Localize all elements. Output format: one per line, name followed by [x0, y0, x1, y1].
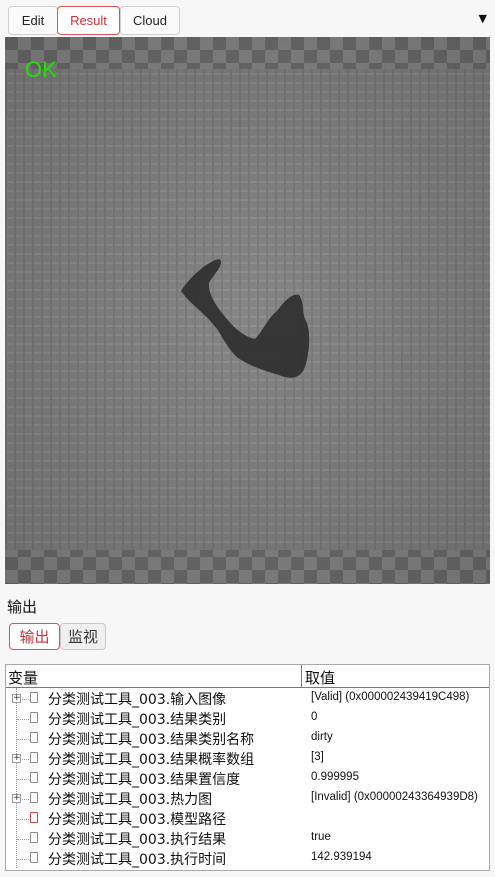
- variable-name: 分类测试工具_003.结果概率数组: [48, 752, 255, 768]
- document-icon: [30, 832, 38, 843]
- table-row[interactable]: 分类测试工具_003.结果类别 0: [6, 709, 489, 729]
- variable-value: [Valid] (0x000002439419C498): [311, 691, 470, 703]
- table-row[interactable]: 分类测试工具_003.模型路径: [6, 809, 489, 829]
- document-icon: [30, 772, 38, 783]
- tab-cloud[interactable]: Cloud: [120, 6, 180, 35]
- document-icon: [30, 732, 38, 743]
- variable-name: 分类测试工具_003.执行结果: [48, 832, 227, 848]
- variable-value: [3]: [311, 751, 324, 763]
- expand-icon[interactable]: +: [12, 694, 21, 703]
- tab-edit[interactable]: Edit: [8, 6, 58, 35]
- variable-value: 142.939194: [311, 851, 372, 863]
- variable-name: 分类测试工具_003.模型路径: [48, 812, 227, 828]
- tab-output[interactable]: 输出: [9, 623, 60, 650]
- output-subtabs: 输出 监视: [5, 621, 490, 652]
- caret-down-icon[interactable]: ▼: [479, 12, 487, 25]
- expand-icon[interactable]: +: [12, 794, 21, 803]
- tab-result[interactable]: Result: [57, 6, 120, 35]
- table-header: 变量 取值: [6, 665, 489, 688]
- variable-value: 0: [311, 711, 318, 723]
- table-row[interactable]: + 分类测试工具_003.输入图像 [Valid] (0x00000243941…: [6, 689, 489, 709]
- variable-value: dirty: [311, 731, 333, 743]
- document-icon: [30, 812, 38, 823]
- table-row[interactable]: 分类测试工具_003.结果置信度 0.999995: [6, 769, 489, 789]
- table-row[interactable]: + 分类测试工具_003.结果概率数组 [3]: [6, 749, 489, 769]
- variable-name: 分类测试工具_003.结果类别: [48, 712, 227, 728]
- variables-table: 变量 取值 + 分类测试工具_003.输入图像 [Valid] (0x00000…: [5, 664, 490, 871]
- expand-icon[interactable]: +: [12, 754, 21, 763]
- variable-value: [Invalid] (0x00000243364939D8): [311, 791, 478, 803]
- document-icon: [30, 852, 38, 863]
- variable-name: 分类测试工具_003.输入图像: [48, 692, 227, 708]
- status-overlay-text: OK: [25, 57, 57, 82]
- variable-value: 0.999995: [311, 771, 359, 783]
- document-icon: [30, 792, 38, 803]
- inspection-image: [5, 37, 490, 584]
- tab-monitor[interactable]: 监视: [60, 623, 106, 650]
- table-row[interactable]: 分类测试工具_003.执行结果 true: [6, 829, 489, 849]
- output-section-title: 输出: [7, 598, 38, 616]
- variable-name: 分类测试工具_003.结果类别名称: [48, 732, 255, 748]
- column-header-variable[interactable]: 变量: [8, 667, 38, 688]
- table-row[interactable]: 分类测试工具_003.结果类别名称 dirty: [6, 729, 489, 749]
- image-viewer[interactable]: OK: [5, 37, 490, 584]
- top-toolbar: Edit Result Cloud ▼: [0, 0, 495, 37]
- document-icon: [30, 712, 38, 723]
- document-icon: [30, 752, 38, 763]
- variable-name: 分类测试工具_003.执行时间: [48, 852, 227, 868]
- table-row[interactable]: + 分类测试工具_003.热力图 [Invalid] (0x0000024336…: [6, 789, 489, 809]
- column-divider[interactable]: [301, 665, 302, 688]
- variable-value: true: [311, 831, 331, 843]
- table-row[interactable]: 分类测试工具_003.执行时间 142.939194: [6, 849, 489, 869]
- variable-name: 分类测试工具_003.结果置信度: [48, 772, 241, 788]
- column-header-value[interactable]: 取值: [305, 667, 335, 688]
- document-icon: [30, 692, 38, 703]
- variable-name: 分类测试工具_003.热力图: [48, 792, 213, 808]
